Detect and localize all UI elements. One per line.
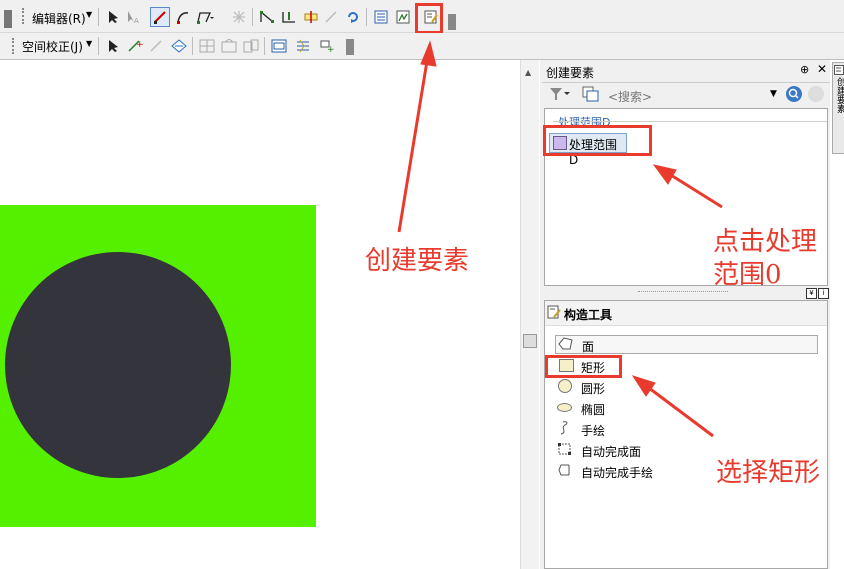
arrow-head <box>420 40 437 67</box>
arrow-head <box>631 375 656 397</box>
annotation-arrows <box>397 40 723 438</box>
arrow-to-rectangle-tool <box>644 383 714 438</box>
arrow-to-template-item <box>665 170 723 209</box>
arrow-to-create-features-button <box>397 54 430 233</box>
arrow-head <box>652 164 677 185</box>
